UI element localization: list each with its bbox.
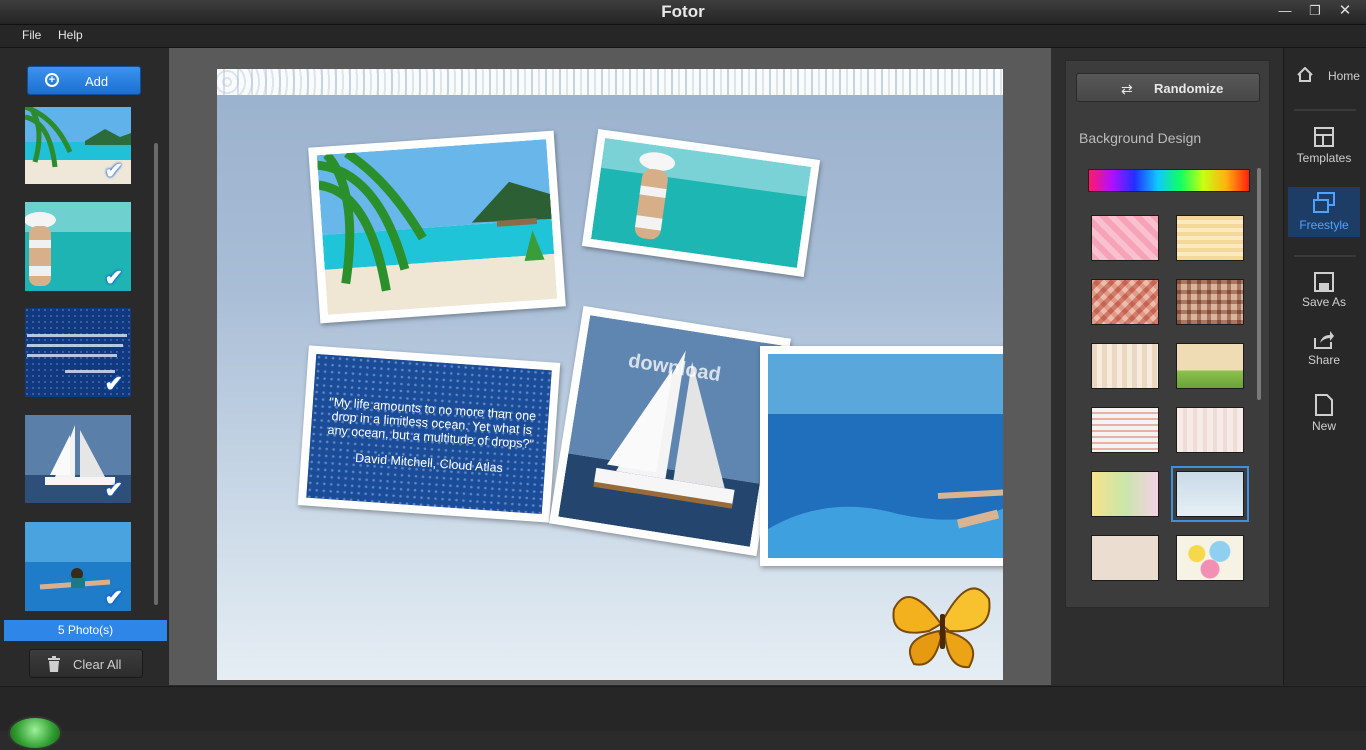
new-label: New xyxy=(1311,419,1336,433)
collage-photo-swimmer[interactable] xyxy=(760,346,1003,566)
templates-button[interactable]: Templates xyxy=(1288,126,1360,172)
menu-file[interactable]: File xyxy=(22,28,41,42)
home-button[interactable]: Home xyxy=(1288,64,1360,98)
bg-swatch-beige-stripes[interactable] xyxy=(1091,343,1159,389)
menu-help[interactable]: Help xyxy=(58,28,83,42)
collage-photo-beach[interactable] xyxy=(308,130,566,324)
quote-text: "My life amounts to no more than one dro… xyxy=(325,395,537,477)
photo-count: 5 Photo(s) xyxy=(4,620,167,641)
photo-thumb-sailboat[interactable]: ✔ xyxy=(25,415,131,503)
sidebar-divider xyxy=(1294,109,1356,111)
share-button[interactable]: Share xyxy=(1288,330,1360,372)
templates-label: Templates xyxy=(1296,151,1352,165)
bg-swatch-yellow-stripes[interactable] xyxy=(1176,215,1244,261)
background-design-title: Background Design xyxy=(1079,130,1202,146)
selected-check-icon: ✔ xyxy=(104,265,123,290)
randomize-label: Randomize xyxy=(1154,81,1224,96)
sidebar-divider xyxy=(1294,255,1356,257)
share-icon xyxy=(1314,331,1334,349)
lace-border-texture xyxy=(217,69,1003,95)
collage-photo-sailboat[interactable]: download xyxy=(549,305,791,557)
status-bar xyxy=(0,686,1366,731)
status-orb-icon xyxy=(8,716,62,750)
bg-swatch-cream-stripes[interactable] xyxy=(1176,407,1244,453)
trash-icon xyxy=(48,656,60,672)
bg-swatch-beige-landscape[interactable] xyxy=(1176,343,1244,389)
close-icon[interactable]: ✕ xyxy=(1330,1,1360,21)
save-icon xyxy=(1314,272,1334,292)
window-title: Fotor xyxy=(661,2,705,21)
shuffle-icon: ⇄ xyxy=(1121,81,1133,97)
clear-all-label: Clear All xyxy=(73,657,122,672)
bg-swatch-bear-stripes[interactable] xyxy=(1091,407,1159,453)
bg-swatch-red-plaid[interactable] xyxy=(1091,279,1159,325)
minimize-icon[interactable]: — xyxy=(1270,1,1300,21)
add-circle-icon: + xyxy=(45,73,59,87)
freestyle-icon xyxy=(1313,192,1335,213)
title-bar: Fotor — ❐ ✕ xyxy=(0,0,1366,25)
freestyle-label: Freestyle xyxy=(1299,218,1349,232)
new-document-icon xyxy=(1315,394,1333,416)
photo-thumb-quote[interactable]: ✔ xyxy=(25,308,131,397)
share-label: Share xyxy=(1307,353,1341,367)
add-button[interactable]: + Add xyxy=(27,66,141,95)
bg-swatch-colorful-circles[interactable] xyxy=(1176,535,1244,581)
selected-check-icon: ✔ xyxy=(104,158,123,183)
restore-icon[interactable]: ❐ xyxy=(1300,1,1330,21)
save-as-label: Save As xyxy=(1301,295,1347,309)
menu-bar: File Help xyxy=(0,25,1366,48)
collage-photo-woman[interactable] xyxy=(581,128,821,278)
randomize-button[interactable]: ⇄ Randomize xyxy=(1076,73,1260,102)
home-icon xyxy=(1297,67,1314,82)
home-label: Home xyxy=(1327,69,1360,83)
bg-swatch-pink-pattern[interactable] xyxy=(1091,215,1159,261)
photo-thumb-woman[interactable]: ✔ xyxy=(25,202,131,291)
swatch-scrollbar[interactable] xyxy=(1257,168,1261,400)
selected-check-icon: ✔ xyxy=(104,585,123,610)
new-button[interactable]: New xyxy=(1288,394,1360,436)
photo-thumb-beach[interactable]: ✔ xyxy=(25,107,131,184)
bg-swatch-plain-beige[interactable] xyxy=(1091,535,1159,581)
color-spectrum[interactable] xyxy=(1088,169,1250,192)
freestyle-button[interactable]: Freestyle xyxy=(1288,187,1360,237)
clear-all-button[interactable]: Clear All xyxy=(29,649,143,678)
collage-photo-quote[interactable]: "My life amounts to no more than one dro… xyxy=(297,345,561,523)
bg-swatch-pastel-hearts[interactable] xyxy=(1091,471,1159,517)
templates-icon xyxy=(1314,127,1334,147)
bg-swatch-brown-plaid[interactable] xyxy=(1176,279,1244,325)
save-as-button[interactable]: Save As xyxy=(1288,272,1360,314)
butterfly-sticker[interactable] xyxy=(889,569,994,674)
photo-thumb-swimmer[interactable]: ✔ xyxy=(25,522,131,611)
bg-swatch-blue-butterfly[interactable] xyxy=(1171,466,1249,522)
collage-canvas[interactable]: "My life amounts to no more than one dro… xyxy=(217,69,1003,680)
add-button-label: Add xyxy=(85,74,109,89)
selected-check-icon: ✔ xyxy=(104,477,123,502)
photo-list-scrollbar[interactable] xyxy=(154,143,158,605)
selected-check-icon: ✔ xyxy=(104,371,123,396)
